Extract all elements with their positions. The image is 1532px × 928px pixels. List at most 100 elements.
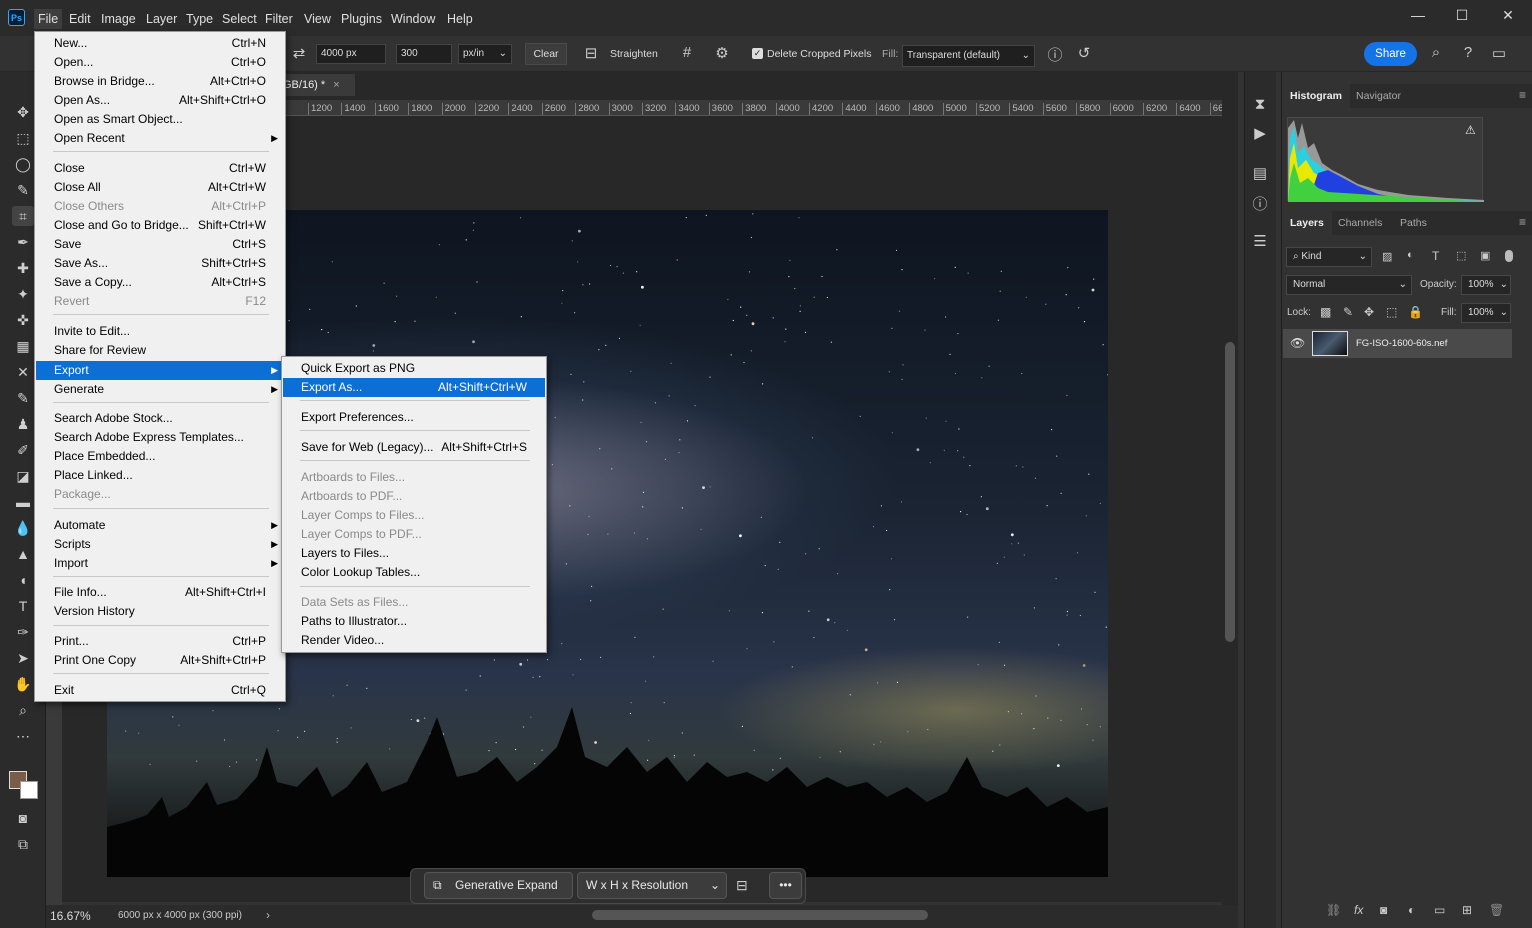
menu-item-close-all[interactable]: Close All Alt+Ctrl+W	[36, 178, 284, 197]
brush-tool-icon[interactable]: ✎	[12, 388, 34, 408]
filter-toggle[interactable]	[1505, 250, 1513, 262]
marquee-tool-icon[interactable]: ⬚	[12, 128, 34, 148]
tab-paths[interactable]: Paths	[1392, 211, 1435, 235]
fill-field[interactable]: 100% ⌄	[1461, 303, 1511, 323]
lock-artboard-icon[interactable]: ⬚	[1386, 305, 1397, 319]
straighten-icon[interactable]: ⊟	[580, 44, 602, 62]
menu-item-export[interactable]: Export ▶	[36, 361, 284, 380]
filter-type-icon[interactable]: T	[1432, 249, 1439, 263]
menu-item-save-for-web-legacy[interactable]: Save for Web (Legacy)... Alt+Shift+Ctrl+S	[283, 438, 545, 457]
new-group-icon[interactable]: ▭	[1434, 903, 1445, 917]
menu-item-paths-to-illustrator[interactable]: Paths to Illustrator...	[283, 612, 545, 631]
adjustment-layer-icon[interactable]: ◐	[1408, 903, 1415, 917]
menu-item-version-history[interactable]: Version History	[36, 602, 284, 621]
menu-item-color-lookup-tables[interactable]: Color Lookup Tables...	[283, 563, 545, 582]
minimize-button[interactable]: —	[1395, 4, 1441, 26]
menu-item-save[interactable]: Save Ctrl+S	[36, 235, 284, 254]
screen-mode-icon[interactable]: ⧉	[12, 834, 34, 854]
adjustments-icon[interactable]: ☰	[1249, 232, 1271, 250]
units-select[interactable]: px/in ⌄	[458, 44, 512, 64]
menu-item-invite-to-edit[interactable]: Invite to Edit...	[36, 322, 284, 341]
spot-heal-tool-icon[interactable]: ✚	[12, 258, 34, 278]
menu-image[interactable]: Image	[97, 9, 140, 29]
lock-transparent-icon[interactable]: ▩	[1320, 305, 1331, 319]
move-tool-icon[interactable]: ✥	[12, 102, 34, 122]
maximize-button[interactable]: ☐	[1439, 4, 1485, 26]
link-layers-icon[interactable]: ⛓	[1326, 903, 1341, 917]
menu-item-search-adobe-stock[interactable]: Search Adobe Stock...	[36, 409, 284, 428]
menu-item-render-video[interactable]: Render Video...	[283, 631, 545, 650]
blur-tool-icon[interactable]: 💧	[12, 518, 34, 538]
delete-cropped-checkbox[interactable]: ✓	[752, 48, 763, 59]
hand-tool-icon[interactable]: ✋	[12, 674, 34, 694]
lock-position-icon[interactable]: ✥	[1364, 305, 1374, 319]
tab-navigator[interactable]: Navigator	[1348, 84, 1409, 108]
menu-edit[interactable]: Edit	[65, 9, 95, 29]
filter-shape-icon[interactable]: ⬚	[1456, 249, 1466, 262]
properties-info-icon[interactable]: ⓘ	[1249, 193, 1271, 214]
menu-type[interactable]: Type	[182, 9, 217, 29]
path-select-tool-icon[interactable]: ➤	[12, 648, 34, 668]
gear-icon[interactable]: ⚙	[711, 44, 733, 62]
reset-icon[interactable]: ↺	[1073, 44, 1095, 62]
trash-icon[interactable]: 🗑	[1489, 903, 1504, 917]
warning-icon[interactable]: ⚠	[1465, 123, 1476, 137]
menu-item-print-one-copy[interactable]: Print One Copy Alt+Shift+Ctrl+P	[36, 651, 284, 670]
tab-histogram[interactable]: Histogram	[1282, 84, 1350, 108]
horizontal-scroll-thumb[interactable]	[592, 910, 928, 920]
menu-item-close[interactable]: Close Ctrl+W	[36, 159, 284, 178]
menu-item-open-as[interactable]: Open As... Alt+Shift+Ctrl+O	[36, 91, 284, 110]
lasso-tool-icon[interactable]: ◯	[12, 154, 34, 174]
panel-menu-icon[interactable]: ≡	[1519, 88, 1526, 102]
help-icon[interactable]: ?	[1457, 44, 1479, 61]
width-field[interactable]: 4000 px	[316, 44, 386, 64]
lock-image-icon[interactable]: ✎	[1343, 305, 1353, 319]
menu-item-open-recent[interactable]: Open Recent ▶	[36, 129, 284, 148]
document-tab[interactable]: GB/16) * ×	[275, 74, 355, 96]
menu-item-export-as[interactable]: Export As... Alt+Shift+Ctrl+W	[283, 378, 545, 397]
eye-icon[interactable]: 👁	[1290, 336, 1305, 350]
menu-item-place-linked[interactable]: Place Linked...	[36, 466, 284, 485]
sharpen-tool-icon[interactable]: ▲	[12, 544, 34, 564]
menu-item-search-adobe-express-templates[interactable]: Search Adobe Express Templates...	[36, 428, 284, 447]
menu-item-file-info[interactable]: File Info... Alt+Shift+Ctrl+I	[36, 583, 284, 602]
menu-item-import[interactable]: Import ▶	[36, 554, 284, 573]
menu-plugins[interactable]: Plugins	[337, 9, 386, 29]
zoom-level[interactable]: 16.67%	[50, 909, 91, 923]
panel-menu-icon[interactable]: ≡	[1519, 215, 1526, 229]
menu-item-save-as[interactable]: Save As... Shift+Ctrl+S	[36, 254, 284, 273]
menu-item-generate[interactable]: Generate ▶	[36, 380, 284, 399]
history-brush-icon[interactable]: ✐	[12, 440, 34, 460]
layer-kind-filter[interactable]: ⌕ Kind ⌄	[1286, 247, 1372, 267]
background-color-swatch[interactable]	[20, 781, 38, 799]
fx-icon[interactable]: fx	[1354, 903, 1363, 917]
eyedropper-tool-icon[interactable]: ✒	[12, 232, 34, 252]
type-tool-icon[interactable]: T	[12, 596, 34, 616]
play-actions-icon[interactable]: ▶	[1249, 124, 1271, 142]
menu-item-open-as-smart-object[interactable]: Open as Smart Object...	[36, 110, 284, 129]
quick-mask-icon[interactable]: ◙	[12, 808, 34, 828]
close-icon[interactable]: ×	[333, 79, 339, 91]
tab-layers[interactable]: Layers	[1282, 211, 1332, 235]
menu-item-save-a-copy[interactable]: Save a Copy... Alt+Ctrl+S	[36, 273, 284, 292]
ratio-select[interactable]: W x H x Resolution ⌄	[577, 872, 727, 899]
opacity-field[interactable]: 100% ⌄	[1461, 275, 1511, 295]
quick-select-tool-icon[interactable]: ✎	[12, 180, 34, 200]
patch-tool-icon[interactable]: ▦	[12, 336, 34, 356]
menu-item-close-and-go-to-bridge[interactable]: Close and Go to Bridge... Shift+Ctrl+W	[36, 216, 284, 235]
menu-filter[interactable]: Filter	[261, 9, 297, 29]
menu-select[interactable]: Select	[218, 9, 261, 29]
status-arrow-icon[interactable]: ›	[266, 908, 270, 922]
more-tools-icon[interactable]: ⋯	[12, 726, 34, 746]
document-info[interactable]: 6000 px x 4000 px (300 ppi)	[118, 910, 242, 921]
grid-overlay-icon[interactable]: #	[676, 44, 698, 61]
menu-view[interactable]: View	[300, 9, 335, 29]
menu-item-share-for-review[interactable]: Share for Review	[36, 341, 284, 360]
remove-tool-icon[interactable]: ✦	[12, 284, 34, 304]
swap-icon[interactable]: ⇄	[288, 44, 310, 62]
menu-item-open[interactable]: Open... Ctrl+O	[36, 53, 284, 72]
clear-button[interactable]: Clear	[525, 43, 567, 65]
generative-expand-button[interactable]: ⧉ Generative Expand	[424, 872, 573, 899]
stamp-tool-icon[interactable]: ♟	[12, 414, 34, 434]
menu-item-quick-export-as-png[interactable]: Quick Export as PNG	[283, 359, 545, 378]
